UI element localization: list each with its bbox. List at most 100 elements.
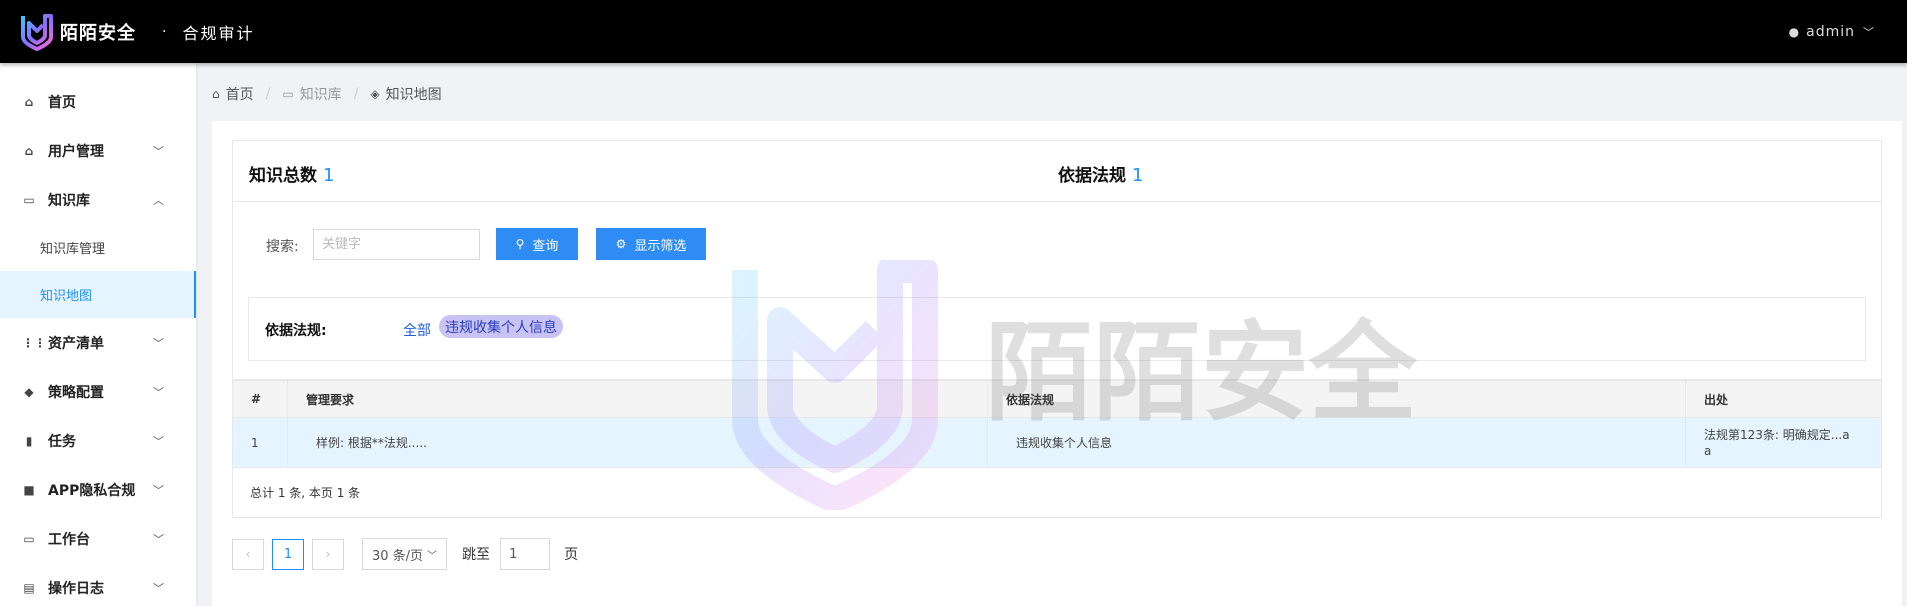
book-icon: ▭ xyxy=(23,192,35,207)
chevron-down-icon: ﹀ xyxy=(153,434,164,448)
breadcrumb-home[interactable]: 首页 xyxy=(226,84,254,104)
sidebar-item-label: 工作台 xyxy=(48,531,90,548)
query-button-label: 查询 xyxy=(532,238,559,254)
table-footer: 总计 1 条, 本页 1 条 xyxy=(250,486,361,500)
stats-bar: 知识总数 1 依据法规 1 xyxy=(232,140,1882,202)
user-menu[interactable]: ● admin ﹀ xyxy=(1789,0,1875,63)
layers-icon: ◈ xyxy=(370,87,380,101)
sidebar-item-label: 首页 xyxy=(48,94,76,111)
show-filter-button[interactable]: ⚙ 显示筛选 xyxy=(596,228,706,260)
cell-source: 法规第123条: 明确规定...a a xyxy=(1686,418,1881,467)
next-page-button[interactable]: › xyxy=(312,538,344,570)
sidebar-item-knowledge-map[interactable]: 知识地图 xyxy=(0,271,196,318)
jump-label: 跳至 xyxy=(462,547,491,563)
sidebar-item-label: 资产清单 xyxy=(48,335,104,352)
sidebar-item-policy[interactable]: ◆ 策略配置 ﹀ xyxy=(0,367,196,416)
chevron-down-icon: ﹀ xyxy=(153,144,164,158)
stat-total-value: 1 xyxy=(323,165,335,186)
home-icon: ⌂ xyxy=(212,87,220,101)
app-title: 合规审计 xyxy=(182,23,255,43)
sidebar-item-tasks[interactable]: ▮ 任务 ﹀ xyxy=(0,416,196,465)
cell-source-line1: 法规第123条: 明确规定...a xyxy=(1704,427,1850,442)
breadcrumb-current: 知识地图 xyxy=(385,87,442,103)
stat-total-label: 知识总数 xyxy=(249,166,317,186)
chevron-up-icon: ︿ xyxy=(153,193,164,207)
law-filter-label: 依据法规: xyxy=(265,323,327,339)
main-content: 知识总数 1 依据法规 1 搜索: ⚲ 查询 ⚙ 显示筛选 依据法规: 全部 违规收… xyxy=(212,121,1902,606)
stat-law-label: 依据法规 xyxy=(1058,166,1126,186)
sidebar: ⌂ 首页 ⌂ 用户管理 ﹀ ▭ 知识库 ︿ 知识库管理 知识地图 ⋮⋮ 资产清单… xyxy=(0,63,196,606)
desktop-icon: ▭ xyxy=(23,531,35,546)
jump-input[interactable] xyxy=(500,538,551,570)
page-size-value: 30 条/页 xyxy=(372,548,424,564)
sidebar-item-users[interactable]: ⌂ 用户管理 ﹀ xyxy=(0,126,196,175)
sidebar-item-operation-log[interactable]: ▤ 操作日志 ﹀ xyxy=(0,563,196,606)
sidebar-item-knowledge-base[interactable]: ▭ 知识库 ︿ xyxy=(0,175,196,224)
sidebar-item-label: 知识地图 xyxy=(40,289,93,304)
stat-law: 依据法规 1 xyxy=(1058,161,1143,186)
search-icon: ⚲ xyxy=(515,237,525,251)
bar-chart-icon: ▮ xyxy=(25,433,33,448)
sidebar-item-workbench[interactable]: ▭ 工作台 ﹀ xyxy=(0,514,196,563)
prev-page-button[interactable]: ‹ xyxy=(232,538,264,570)
knowledge-table: # 管理要求 依据法规 出处 1 样例: 根据**法规..... 违规收集个人信… xyxy=(232,380,1882,518)
briefcase-icon: ■ xyxy=(23,482,35,497)
chevron-down-icon: ﹀ xyxy=(153,385,164,399)
query-button[interactable]: ⚲ 查询 xyxy=(496,228,578,260)
sidebar-item-label: 用户管理 xyxy=(48,143,104,160)
sidebar-item-home[interactable]: ⌂ 首页 xyxy=(0,77,196,126)
column-header-source: 出处 xyxy=(1704,392,1729,407)
filter-panel: 搜索: ⚲ 查询 ⚙ 显示筛选 依据法规: 全部 违规收集个人信息 xyxy=(232,202,1882,380)
stat-total: 知识总数 1 xyxy=(249,161,334,186)
page-unit-label: 页 xyxy=(564,547,579,563)
breadcrumb: ⌂ 首页 / ▭ 知识库 / ◈ 知识地图 xyxy=(212,84,442,104)
grid-icon: ⋮⋮ xyxy=(22,335,46,350)
chevron-down-icon: ﹀ xyxy=(427,550,438,562)
chevron-down-icon: ﹀ xyxy=(1863,25,1875,39)
gear-icon: ⚙ xyxy=(615,237,627,251)
stat-law-value: 1 xyxy=(1132,165,1144,186)
chevron-down-icon: ﹀ xyxy=(153,483,164,497)
chevron-down-icon: ﹀ xyxy=(153,581,164,595)
sidebar-item-label: 策略配置 xyxy=(48,384,104,401)
breadcrumb-separator: / xyxy=(265,86,271,102)
book-icon: ▭ xyxy=(282,87,294,101)
title-separator: · xyxy=(162,23,167,40)
pagination: ‹ 1 › 30 条/页 ﹀ 跳至 页 xyxy=(232,538,578,570)
home-icon: ⌂ xyxy=(24,143,34,158)
column-header-law: 依据法规 xyxy=(988,381,1686,417)
user-name: admin xyxy=(1806,23,1855,40)
log-icon: ▤ xyxy=(23,580,35,595)
cell-law: 违规收集个人信息 xyxy=(988,418,1686,467)
show-filter-button-label: 显示筛选 xyxy=(634,238,687,254)
column-header-index: # xyxy=(233,381,288,417)
table-row[interactable]: 1 样例: 根据**法规..... 违规收集个人信息 法规第123条: 明确规定… xyxy=(233,418,1881,468)
sidebar-item-label: 知识库管理 xyxy=(40,242,106,257)
breadcrumb-separator: / xyxy=(353,86,359,102)
cell-index: 1 xyxy=(233,418,288,467)
page-size-select[interactable]: 30 条/页 ﹀ xyxy=(362,538,448,570)
sidebar-item-app-privacy[interactable]: ■ APP隐私合规 ﹀ xyxy=(0,465,196,514)
sidebar-item-label: APP隐私合规 xyxy=(48,482,136,499)
sidebar-item-knowledge-management[interactable]: 知识库管理 xyxy=(0,224,196,271)
law-filter-tag[interactable]: 违规收集个人信息 xyxy=(439,315,563,338)
sidebar-item-label: 知识库 xyxy=(48,192,90,209)
logo[interactable]: 陌陌安全 xyxy=(20,13,136,51)
top-bar: 陌陌安全 · 合规审计 ● admin ﹀ xyxy=(0,0,1907,63)
sidebar-item-assets[interactable]: ⋮⋮ 资产清单 ﹀ xyxy=(0,318,196,367)
sidebar-item-label: 操作日志 xyxy=(48,580,104,597)
breadcrumb-knowledge-base[interactable]: 知识库 xyxy=(300,84,342,104)
sidebar-item-label: 任务 xyxy=(48,433,76,450)
brand-name: 陌陌安全 xyxy=(60,22,136,44)
law-filter-all[interactable]: 全部 xyxy=(403,320,431,340)
page-1-button[interactable]: 1 xyxy=(272,538,304,570)
law-filter-box: 依据法规: 全部 违规收集个人信息 xyxy=(248,297,1866,361)
cube-icon: ◆ xyxy=(24,384,34,399)
chevron-down-icon: ﹀ xyxy=(153,532,164,546)
search-label: 搜索: xyxy=(266,239,299,255)
shield-logo-icon xyxy=(21,13,53,51)
search-input[interactable] xyxy=(313,229,480,260)
user-icon: ● xyxy=(1788,24,1801,39)
chevron-down-icon: ﹀ xyxy=(153,336,164,350)
cell-source-line2: a xyxy=(1704,443,1712,458)
